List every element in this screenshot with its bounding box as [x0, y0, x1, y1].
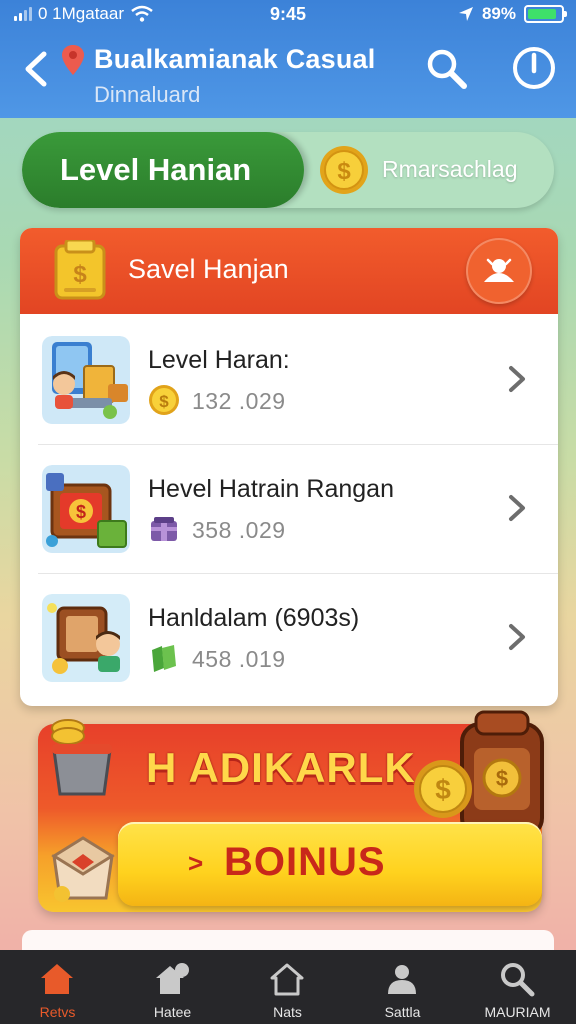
profile-button[interactable] [466, 238, 532, 304]
cash-icon [152, 645, 176, 672]
card-header: $ Savel Hanjan [20, 228, 558, 314]
banner-title: H ADIKARLK [146, 744, 416, 791]
svg-text:$: $ [337, 158, 351, 185]
row-value: 132 .029 [192, 388, 286, 414]
tab-search[interactable]: MAURIAM [460, 950, 575, 1024]
search-icon [501, 963, 535, 997]
svg-text:$: $ [496, 766, 508, 791]
house-outline-icon [270, 963, 304, 996]
bonus-button[interactable]: > BOINUS [118, 822, 542, 906]
tab-home[interactable]: Retvs [0, 950, 115, 1024]
app-header: 0 1Mgataar 9:45 89% Bualkamianak Casual … [0, 0, 576, 118]
svg-text:$: $ [76, 502, 86, 522]
svg-text:$: $ [73, 261, 87, 288]
row-value: 358 .029 [192, 517, 286, 543]
tab-label: Nats [273, 1004, 302, 1020]
rewards-card: $ Savel Hanjan Level Haran: $ 132 .029 $… [20, 228, 558, 706]
svg-text:$: $ [159, 392, 169, 411]
row-value: 458 .019 [192, 646, 286, 672]
location-arrow-icon [458, 7, 473, 21]
level-label: Level Hanian [60, 152, 252, 187]
card-title: Savel Hanjan [128, 254, 289, 284]
tab-label: Hatee [153, 1004, 192, 1020]
tab-hatee[interactable]: Hatee [115, 950, 230, 1024]
row-title: Hanldalam (6903s) [148, 604, 360, 632]
gold-coin-icon: $ [320, 146, 368, 194]
page-title: Bualkamianak Casual [94, 44, 376, 74]
user-icon [388, 965, 416, 994]
power-button[interactable] [510, 44, 558, 92]
laptop-kid-thumbnail [42, 336, 130, 424]
gift-icon [151, 517, 177, 541]
coin-pot-icon [51, 719, 112, 796]
bonus-arrow: > [188, 848, 204, 878]
row-title: Hevel Hatrain Rangan [148, 475, 394, 503]
tab-label: MAURIAM [484, 1004, 551, 1020]
bottom-tab-bar: Retvs Hatee Nats Sattla MAURIAM [0, 950, 576, 1024]
tab-sattla[interactable]: Sattla [345, 950, 460, 1024]
list-item[interactable]: Hanldalam (6903s) 458 .019 [20, 574, 558, 703]
home-icon [41, 964, 73, 994]
treasure-kid-thumbnail [42, 594, 130, 682]
coin-icon: $ [149, 385, 179, 415]
search-button[interactable] [424, 46, 468, 90]
house-icon [156, 963, 189, 994]
gold-coin-icon: $ [414, 760, 472, 818]
battery-percent: 89% [481, 4, 516, 23]
row-title: Level Haran: [148, 346, 290, 374]
bonus-banner[interactable]: H ADIKARLK $ $ > BOINUS [38, 710, 544, 912]
list-item[interactable]: $ Hevel Hatrain Rangan 358 .029 [20, 445, 558, 574]
chevron-right-icon [509, 495, 525, 521]
tab-label: Retvs [39, 1004, 76, 1020]
tab-label: Sattla [384, 1004, 421, 1020]
page-subtitle: Dinnaluard [94, 82, 201, 107]
battery-icon [524, 5, 567, 23]
level-toggle[interactable]: Level Hanian $ Rmarsachlag [22, 132, 554, 208]
chevron-right-icon [509, 366, 525, 392]
status-right: 89% [458, 4, 567, 24]
location-pin-icon [62, 45, 84, 75]
envelope-box-icon [51, 836, 115, 902]
level-active-segment[interactable]: Level Hanian [22, 132, 304, 208]
list-item[interactable]: Level Haran: $ 132 .029 [20, 316, 558, 445]
status-bar: 0 1Mgataar 9:45 89% [0, 0, 576, 30]
chevron-right-icon [509, 624, 525, 650]
user-badge-icon [484, 258, 514, 282]
bonus-label: BOINUS [224, 840, 386, 884]
tab-nats[interactable]: Nats [230, 950, 345, 1024]
svg-text:$: $ [435, 774, 451, 805]
level-secondary-label[interactable]: Rmarsachlag [382, 156, 518, 183]
ticket-chest-icon: $ [54, 240, 106, 300]
back-button[interactable] [20, 48, 52, 90]
gift-box-thumbnail: $ [42, 465, 130, 553]
